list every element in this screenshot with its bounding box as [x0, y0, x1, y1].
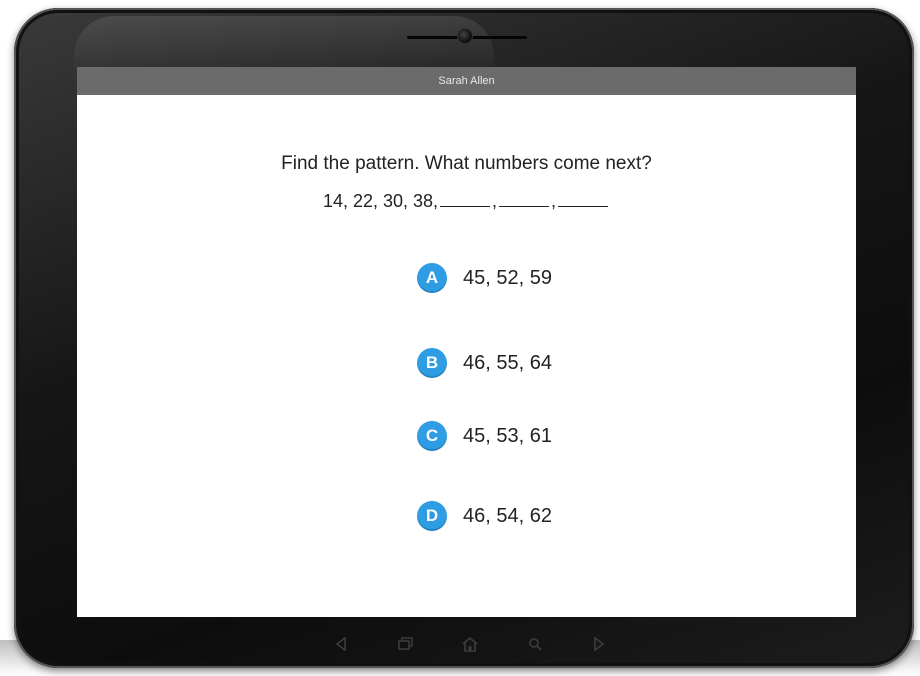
back-icon[interactable]: [330, 633, 352, 655]
android-nav-bar: [330, 631, 610, 657]
choice-d-badge[interactable]: D: [417, 501, 447, 531]
blank-separator-1: ,: [492, 191, 498, 211]
choice-c[interactable]: C 45, 53, 61: [417, 420, 552, 452]
recent-apps-icon[interactable]: [395, 633, 417, 655]
choice-d[interactable]: D 46, 54, 62: [417, 500, 552, 532]
answer-blank-3: [558, 205, 609, 207]
answer-blank-2: [499, 205, 550, 207]
choice-b[interactable]: B 46, 55, 64: [417, 347, 552, 379]
question-prompt: Find the pattern. What numbers come next…: [281, 153, 652, 174]
camera-icon: [457, 28, 473, 44]
number-sequence: 14, 22, 30, 38,,,: [77, 191, 856, 212]
choice-a-badge[interactable]: A: [417, 263, 447, 293]
choice-a-text[interactable]: 45, 52, 59: [463, 267, 552, 290]
choice-b-badge[interactable]: B: [417, 348, 447, 378]
search-icon[interactable]: [524, 633, 546, 655]
blank-separator-2: ,: [551, 191, 557, 211]
answer-blank-1: [440, 205, 491, 207]
choice-c-text[interactable]: 45, 53, 61: [463, 425, 552, 448]
sequence-numbers: 14, 22, 30, 38,: [322, 191, 439, 211]
screen: Sarah Allen Find the pattern. What numbe…: [77, 67, 856, 617]
choice-b-text[interactable]: 46, 55, 64: [463, 352, 552, 375]
user-name-header: Sarah Allen: [77, 67, 856, 95]
tablet-frame: Sarah Allen Find the pattern. What numbe…: [14, 8, 914, 668]
choice-a[interactable]: A 45, 52, 59: [417, 262, 552, 294]
stage: Sarah Allen Find the pattern. What numbe…: [0, 0, 920, 676]
forward-icon[interactable]: [588, 633, 610, 655]
choice-c-badge[interactable]: C: [417, 421, 447, 451]
choice-d-text[interactable]: 46, 54, 62: [463, 505, 552, 528]
home-icon[interactable]: [459, 633, 481, 655]
